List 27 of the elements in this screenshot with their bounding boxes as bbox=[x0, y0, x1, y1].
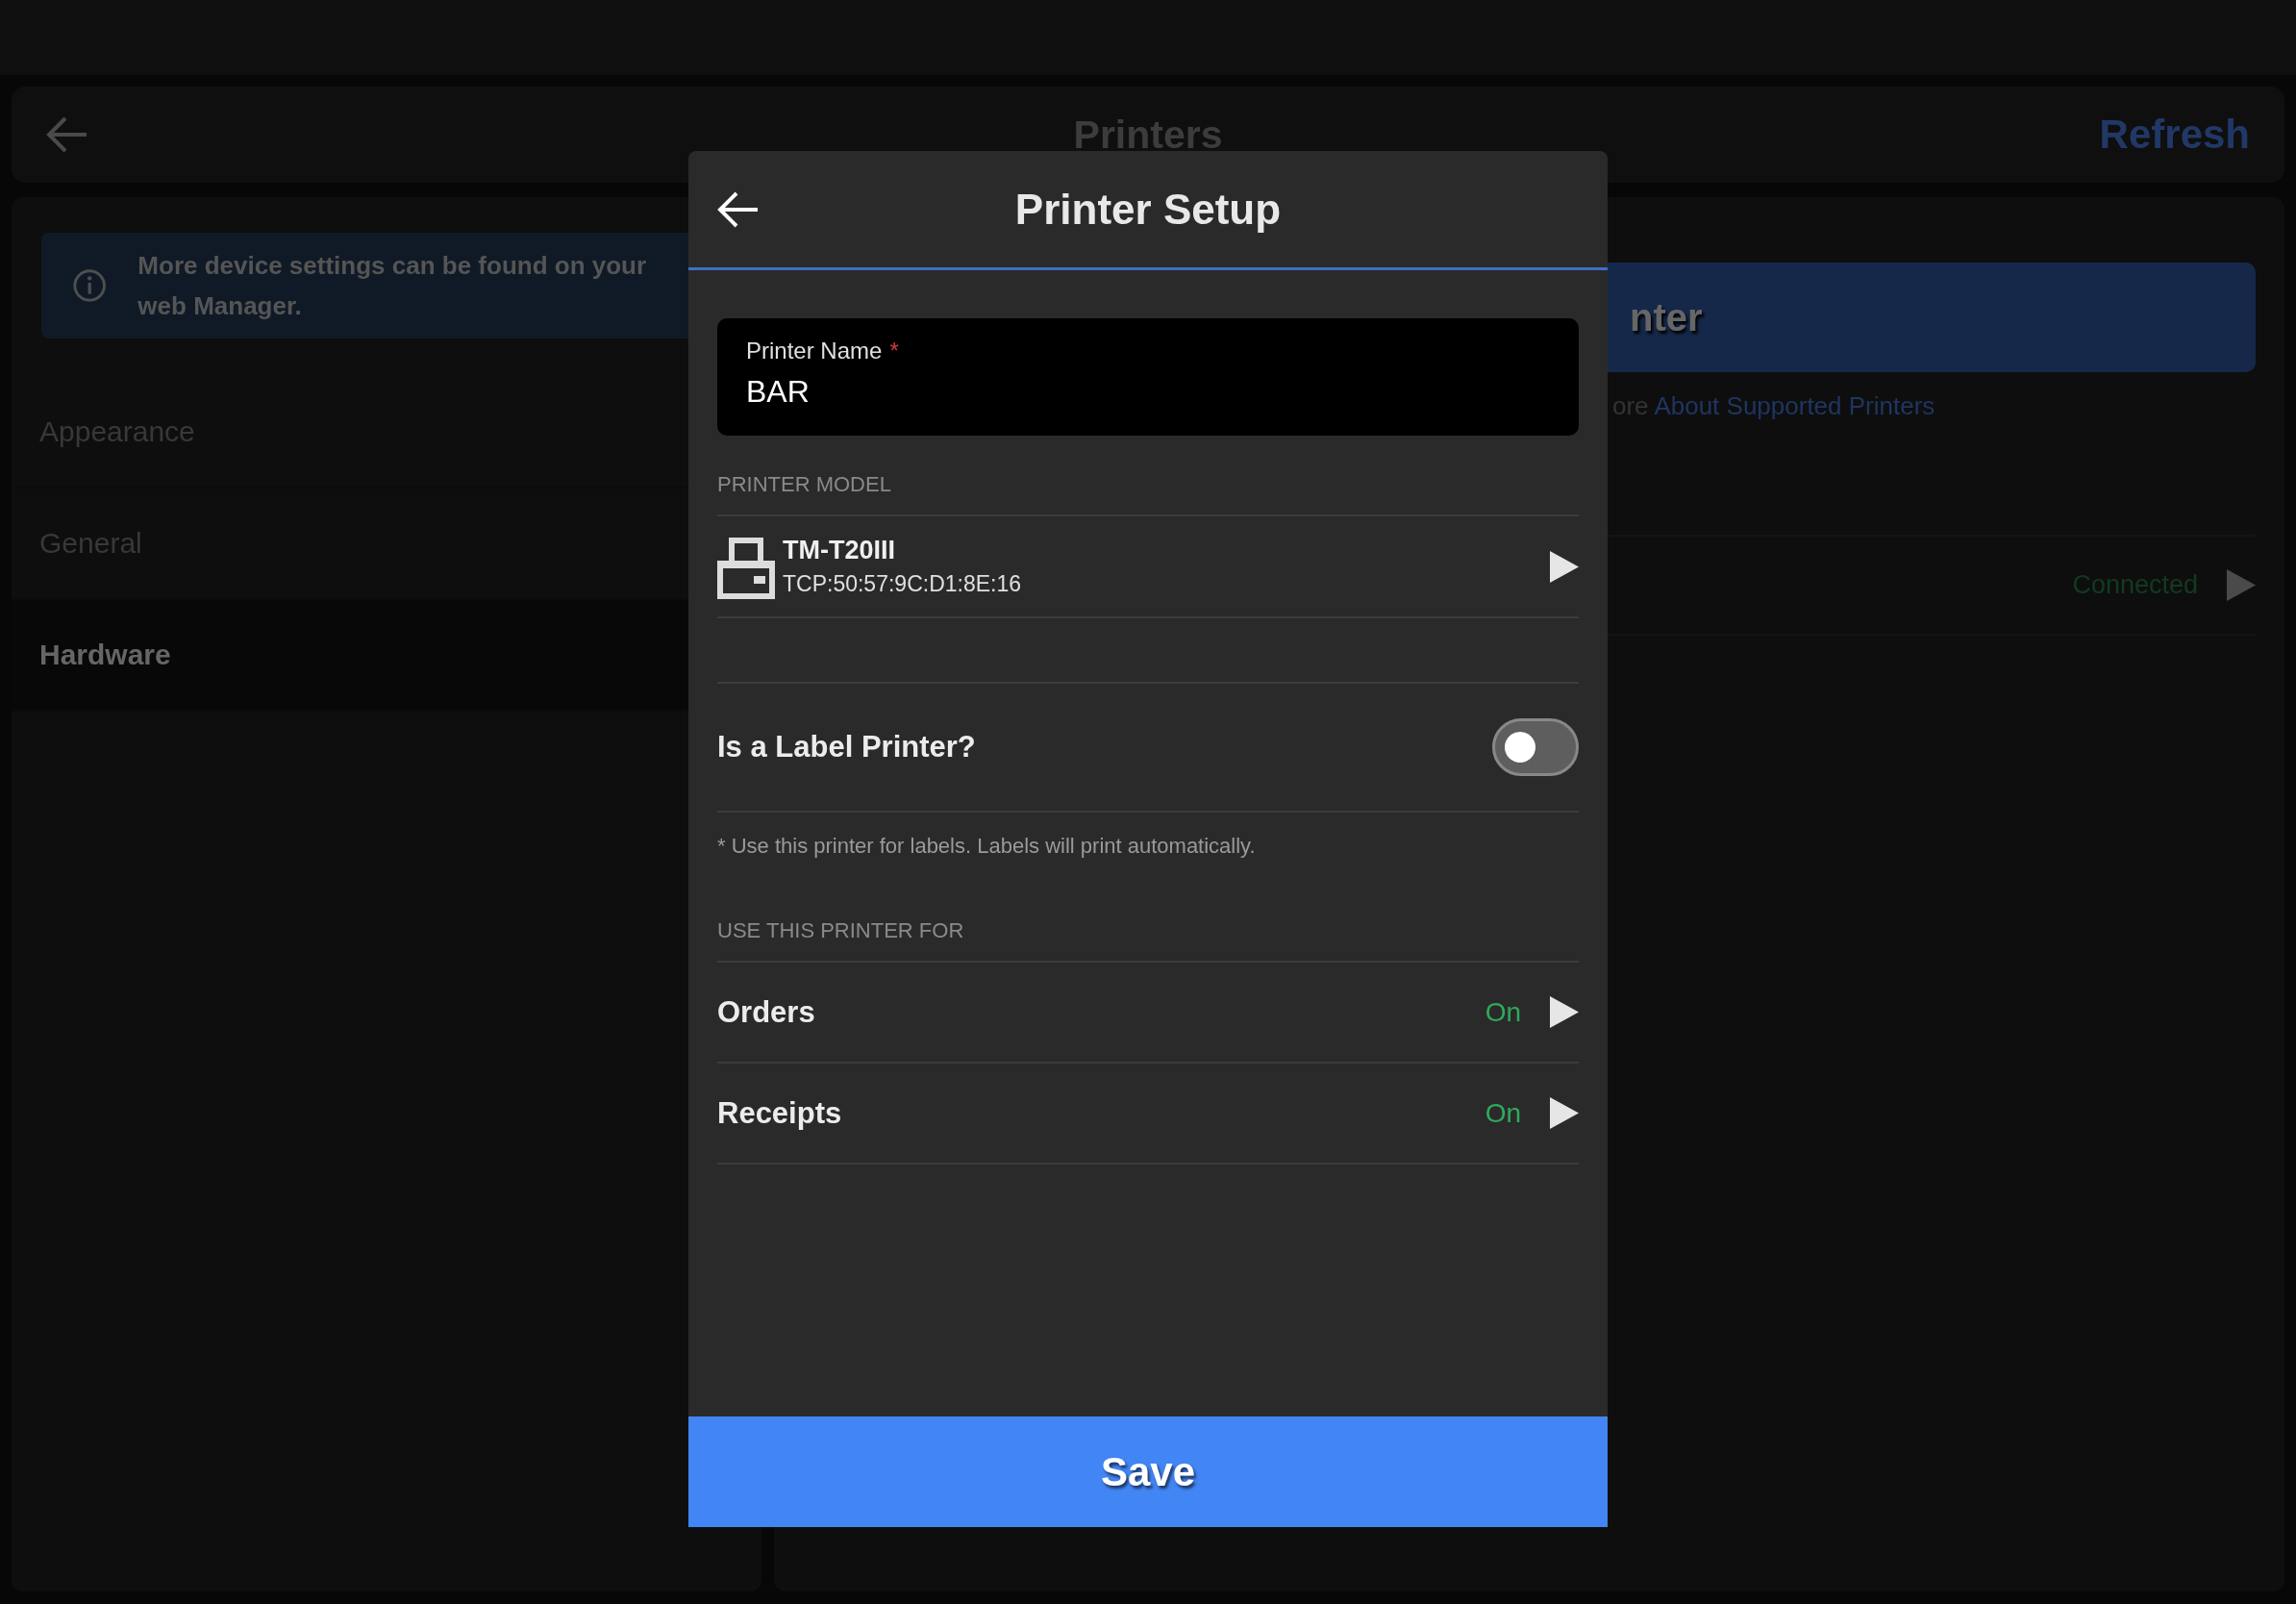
chevron-icon[interactable] bbox=[1550, 550, 1579, 583]
dialog-title: Printer Setup bbox=[1013, 185, 1283, 234]
printer-name-field[interactable]: Printer Name * BAR bbox=[717, 318, 1579, 436]
usage-label: Orders bbox=[717, 994, 816, 1030]
usage-row[interactable]: Receipts On bbox=[717, 1064, 1579, 1165]
info-text: More device settings can be found on your web Manager. bbox=[137, 250, 648, 322]
hint-text: * Use this printer for labels. Labels will print automatically. bbox=[717, 834, 1257, 859]
usage-row[interactable]: Orders On bbox=[717, 963, 1579, 1064]
required-mark: * bbox=[889, 338, 899, 364]
usage-label: Receipts bbox=[717, 1095, 843, 1131]
usage-status: On bbox=[1485, 996, 1521, 1028]
chevron-icon[interactable] bbox=[1550, 1097, 1579, 1129]
field-label: Printer Name bbox=[746, 338, 883, 364]
printer-address: TCP:50:57:9C:D1:8E:16 bbox=[783, 571, 1023, 597]
label-printer-toggle[interactable] bbox=[1492, 718, 1579, 776]
setting-label: Is a Label Printer? bbox=[717, 730, 976, 764]
sidebar-item[interactable]: Hardware bbox=[12, 600, 688, 712]
section-label: PRINTER MODEL bbox=[717, 472, 1579, 516]
usage-status: On bbox=[1485, 1097, 1521, 1129]
info-icon bbox=[72, 267, 108, 304]
add-printer-button[interactable]: nter bbox=[1608, 263, 2256, 372]
field-value: BAR bbox=[746, 374, 810, 410]
model-name: TM-T20III bbox=[783, 536, 896, 565]
save-button[interactable]: Save bbox=[688, 1416, 1608, 1527]
chevron-icon[interactable] bbox=[1550, 996, 1579, 1028]
section-label: USE THIS PRINTER FOR bbox=[717, 918, 1579, 963]
printer-model-row[interactable]: TM-T20III TCP:50:57:9C:D1:8E:16 bbox=[717, 516, 1579, 618]
